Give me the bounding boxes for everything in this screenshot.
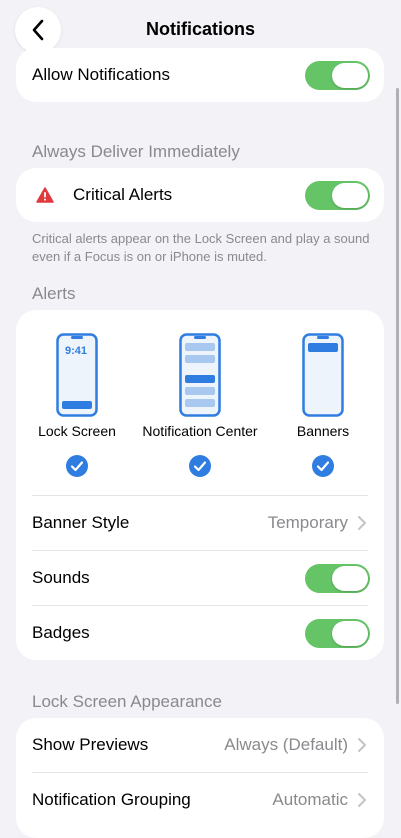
critical-alerts-footnote: Critical alerts appear on the Lock Scree…	[32, 231, 370, 264]
checkmark-icon	[316, 461, 330, 472]
alerts-header: Alerts	[32, 284, 76, 303]
notification-grouping-row[interactable]: Notification Grouping Automatic	[16, 773, 384, 827]
banner-style-value: Temporary	[267, 513, 348, 532]
allow-notifications-row: Allow Notifications	[16, 48, 384, 102]
show-previews-label: Show Previews	[32, 735, 149, 754]
lock-screen-appearance-card: Show Previews Always (Default) Notificat…	[16, 718, 384, 838]
warning-triangle-icon	[36, 187, 54, 203]
lock-screen-label: Lock Screen	[38, 423, 116, 439]
notification-center-label: Notification Center	[142, 423, 258, 439]
allow-notifications-label: Allow Notifications	[32, 65, 170, 84]
checkmark-icon	[193, 461, 207, 472]
notification-grouping-label: Notification Grouping	[32, 790, 191, 809]
alerts-card: 9:41 Lock Screen Notification Center Ban…	[16, 310, 384, 660]
critical-alerts-card: Critical Alerts	[16, 168, 384, 222]
notification-center-check[interactable]	[189, 455, 211, 477]
banners-phone-icon	[302, 333, 344, 417]
chevron-right-icon	[358, 738, 366, 752]
sounds-row: Sounds	[16, 551, 384, 605]
checkmark-icon	[70, 461, 84, 472]
chevron-right-icon	[358, 793, 366, 807]
notification-center-phone-icon	[179, 333, 221, 417]
allow-notifications-toggle[interactable]	[305, 60, 370, 90]
banner-style-row[interactable]: Banner Style Temporary	[16, 496, 384, 550]
banners-label: Banners	[296, 423, 350, 439]
badges-toggle[interactable]	[305, 618, 370, 648]
badges-label: Badges	[32, 623, 90, 642]
lock-screen-time: 9:41	[65, 345, 88, 357]
sounds-label: Sounds	[32, 568, 90, 587]
critical-alerts-label: Critical Alerts	[73, 185, 173, 204]
alert-style-lock-screen[interactable]: 9:41 Lock Screen	[16, 310, 138, 490]
lock-screen-check[interactable]	[66, 455, 88, 477]
banner-style-label: Banner Style	[32, 513, 130, 532]
critical-alerts-toggle[interactable]	[305, 180, 370, 210]
sounds-toggle[interactable]	[305, 563, 370, 593]
chevron-right-icon	[358, 516, 366, 530]
show-previews-value: Always (Default)	[224, 735, 348, 754]
always-deliver-header: Always Deliver Immediately	[32, 142, 240, 161]
banners-check[interactable]	[312, 455, 334, 477]
allow-notifications-card: Allow Notifications	[16, 48, 384, 102]
notification-grouping-value: Automatic	[272, 790, 348, 809]
alert-style-notification-center[interactable]: Notification Center	[138, 310, 262, 490]
page-title: Notifications	[145, 19, 255, 39]
alert-style-banners[interactable]: Banners	[262, 310, 384, 490]
badges-row: Badges	[16, 606, 384, 660]
show-previews-row[interactable]: Show Previews Always (Default)	[16, 718, 384, 772]
lock-screen-appearance-header: Lock Screen Appearance	[32, 692, 222, 711]
critical-alerts-row: Critical Alerts	[16, 168, 384, 222]
scrollbar[interactable]	[396, 88, 399, 704]
